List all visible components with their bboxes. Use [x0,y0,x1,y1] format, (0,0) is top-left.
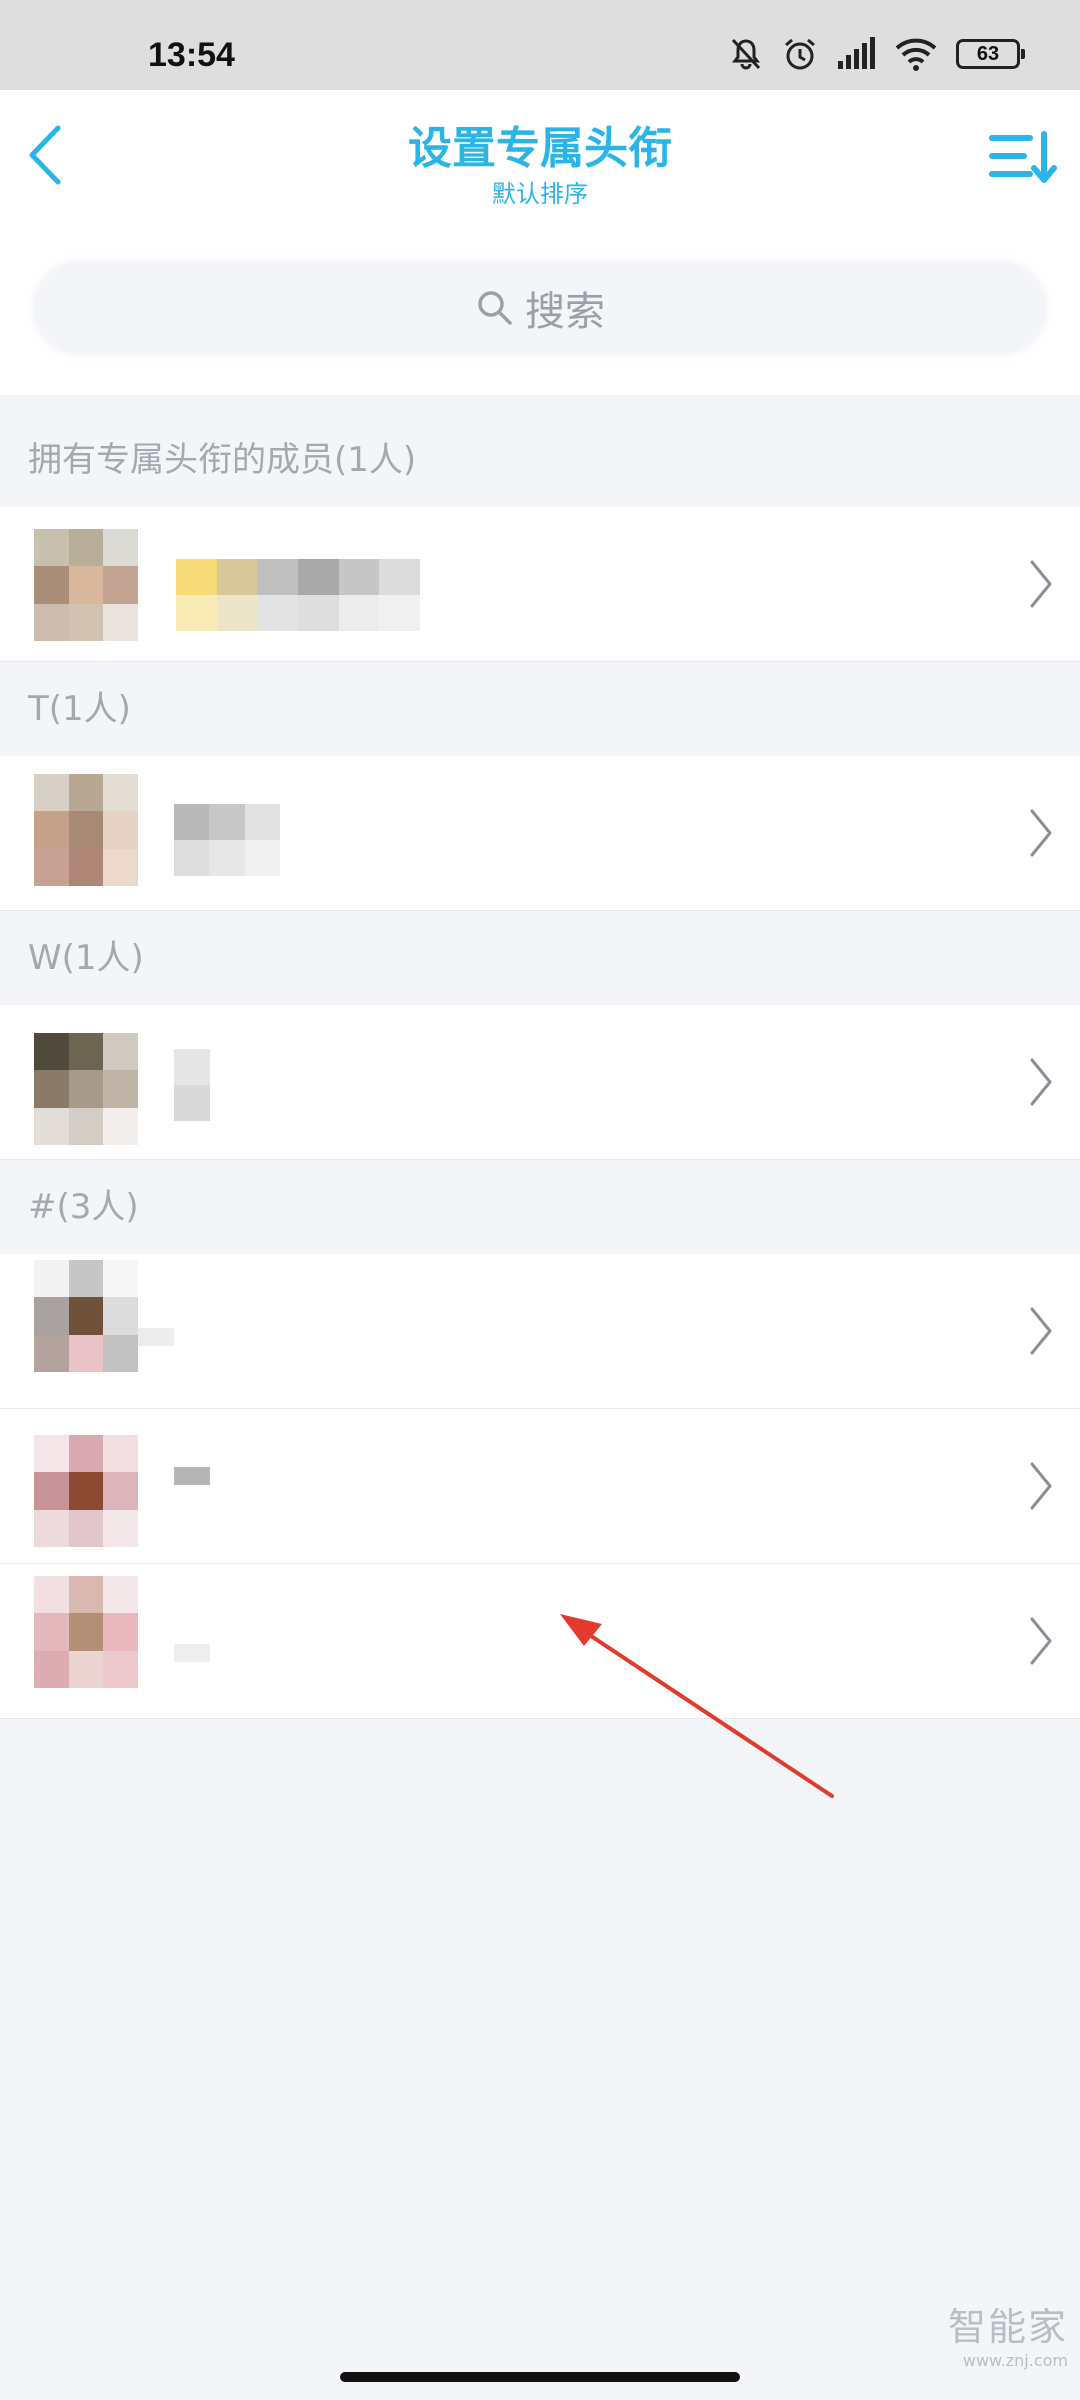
chevron-right-icon [1030,1462,1052,1510]
home-indicator[interactable] [340,2372,740,2382]
annotation-arrow-icon [560,1614,834,1798]
search-icon [478,291,512,325]
watermark-brand: 智能家 [947,2305,1068,2349]
section-header-titled-members: 拥有专属头衔的成员(1人) [0,395,1080,507]
search-input[interactable]: 搜索 [34,262,1046,354]
alarm-icon [785,38,815,70]
chevron-right-icon [1030,1617,1052,1665]
sort-list-icon[interactable] [988,128,1058,188]
page-title: 设置专属头衔 [408,123,672,174]
member-row[interactable] [0,1254,1080,1409]
signal-icon [838,37,875,69]
member-name-redacted [138,1328,174,1364]
battery-indicator: 63 [956,39,1025,69]
section-header-t: T(1人) [0,662,1080,756]
chevron-right-icon [1030,1307,1052,1355]
chevron-right-icon [1030,1058,1052,1106]
search-placeholder: 搜索 [525,289,605,335]
member-name-redacted [174,804,280,876]
mute-bell-icon [731,38,761,70]
chevron-right-icon [1030,560,1052,608]
member-row[interactable] [0,1409,1080,1564]
wifi-icon [895,38,937,71]
avatar [34,1033,138,1145]
nav-bar: 设置专属头衔 默认排序 [0,90,1080,220]
avatar [34,1435,138,1547]
section-header-hash: #(3人) [0,1160,1080,1254]
member-row[interactable] [0,507,1080,662]
member-name-redacted [174,1644,210,1680]
search-area: 搜索 [0,220,1080,395]
member-name-redacted [174,1467,210,1503]
member-name-redacted [176,559,420,631]
avatar [34,1260,138,1372]
watermark-url: www.znj.com [962,2351,1068,2370]
section-header-w: W(1人) [0,911,1080,1005]
member-name-redacted [174,1049,210,1121]
avatar [34,774,138,886]
member-row[interactable] [0,756,1080,911]
avatar [34,529,138,641]
status-time: 13:54 [148,36,235,74]
sort-mode-label[interactable]: 默认排序 [0,174,1080,209]
chevron-right-icon [1030,809,1052,857]
member-row[interactable] [0,1005,1080,1160]
avatar [34,1576,138,1688]
status-bar: 13:54 63 [0,0,1080,90]
watermark: 智能家 www.znj.com [948,2296,1068,2370]
status-icons: 63 [728,34,1025,74]
